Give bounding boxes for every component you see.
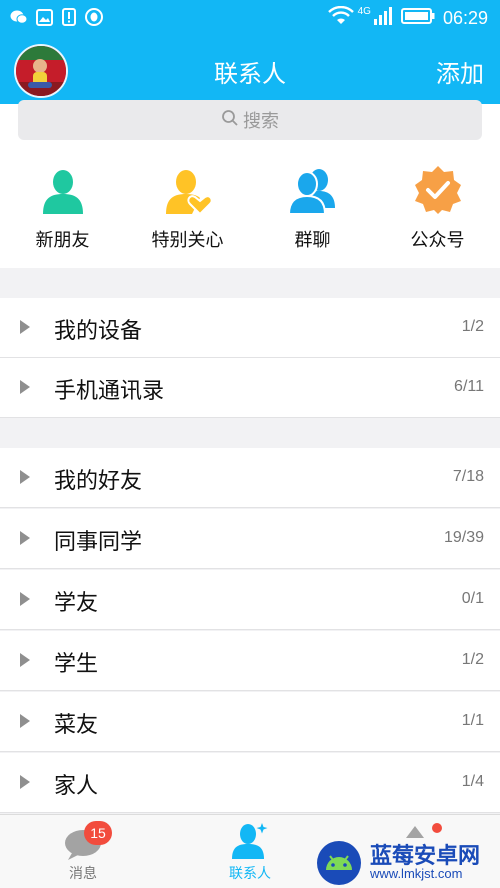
section-divider: [0, 418, 500, 448]
status-bar: 4G 06:29: [0, 0, 500, 36]
quick-label: 特别关心: [151, 230, 224, 251]
tab-label: 联系人: [229, 866, 271, 882]
add-button[interactable]: 添加: [436, 54, 484, 89]
list-item[interactable]: 我的好友 7/18: [0, 448, 500, 508]
expand-arrow-icon: [20, 592, 30, 606]
watermark: 蓝莓安卓网 www.lmkjst.com: [310, 836, 500, 888]
wechat-icon: [10, 8, 28, 26]
quick-label: 群聊: [294, 230, 331, 251]
network-type: 4G: [357, 5, 371, 17]
quick-public-account[interactable]: 公众号: [375, 144, 500, 268]
list-item[interactable]: 学生 1/2: [0, 631, 500, 691]
list-item[interactable]: 菜友 1/1: [0, 692, 500, 752]
list-item[interactable]: 家人 1/4: [0, 753, 500, 813]
quick-new-friend[interactable]: 新朋友: [0, 144, 125, 268]
group-count: 0/1: [461, 590, 484, 607]
group-count: 1/1: [461, 712, 484, 729]
list-item[interactable]: 学友 0/1: [0, 570, 500, 630]
expand-arrow-icon: [20, 320, 30, 334]
expand-arrow-icon: [20, 531, 30, 545]
group-label: 学友: [54, 591, 99, 616]
list-item[interactable]: 手机通讯录 6/11: [0, 358, 500, 418]
signal-icon: [373, 6, 393, 30]
wifi-icon: [327, 5, 354, 30]
notification-dot: [432, 823, 442, 833]
group-label: 家人: [54, 774, 99, 799]
group-label: 我的好友: [54, 469, 143, 494]
search-icon: [221, 109, 239, 132]
group-label: 手机通讯录: [54, 379, 165, 404]
tab-messages[interactable]: 15 消息: [0, 815, 166, 888]
quick-group-chat[interactable]: 群聊: [250, 144, 375, 268]
group-count: 1/2: [461, 651, 484, 668]
list-item[interactable]: 同事同学 19/39: [0, 509, 500, 569]
expand-arrow-icon: [20, 653, 30, 667]
quick-actions: 新朋友 特别关心 群聊 公众号: [0, 144, 500, 268]
group-chat-icon: [287, 164, 339, 216]
group-label: 菜友: [54, 713, 99, 738]
contacts-icon: [230, 821, 270, 865]
tab-contacts[interactable]: 联系人: [166, 815, 334, 888]
expand-arrow-icon: [20, 470, 30, 484]
group-count: 1/2: [461, 318, 484, 335]
expand-arrow-icon: [20, 714, 30, 728]
group-count: 19/39: [443, 529, 484, 546]
battery-icon: [400, 7, 435, 29]
search-placeholder: 搜索: [243, 111, 279, 132]
special-care-icon: [162, 164, 214, 216]
list-item[interactable]: 我的设备 1/2: [0, 298, 500, 358]
quick-special-care[interactable]: 特别关心: [125, 144, 250, 268]
unread-badge: 15: [84, 821, 112, 845]
group-count: 7/18: [452, 468, 484, 485]
sim-alert-icon: [60, 8, 78, 26]
public-account-icon: [412, 164, 464, 216]
quick-label: 新朋友: [35, 230, 90, 251]
qq-icon: [85, 8, 103, 26]
group-count: 6/11: [454, 378, 484, 395]
search-input[interactable]: 搜索: [18, 100, 482, 140]
gallery-icon: [35, 8, 53, 26]
group-label: 学生: [54, 652, 99, 677]
group-count: 1/4: [461, 773, 484, 790]
expand-arrow-icon: [20, 775, 30, 789]
watermark-url: www.lmkjst.com: [370, 866, 463, 881]
group-label: 我的设备: [54, 319, 143, 344]
group-label: 同事同学: [54, 530, 143, 555]
android-logo-icon: [314, 840, 364, 888]
section-divider: [0, 268, 500, 298]
quick-label: 公众号: [410, 230, 465, 251]
page-title: 联系人: [214, 60, 286, 88]
tab-label: 消息: [69, 866, 97, 882]
clock: 06:29: [442, 7, 488, 28]
expand-arrow-icon: [20, 380, 30, 394]
new-friend-icon: [37, 164, 89, 216]
header: 联系人 添加: [0, 36, 500, 104]
search-area: 搜索: [0, 100, 500, 144]
